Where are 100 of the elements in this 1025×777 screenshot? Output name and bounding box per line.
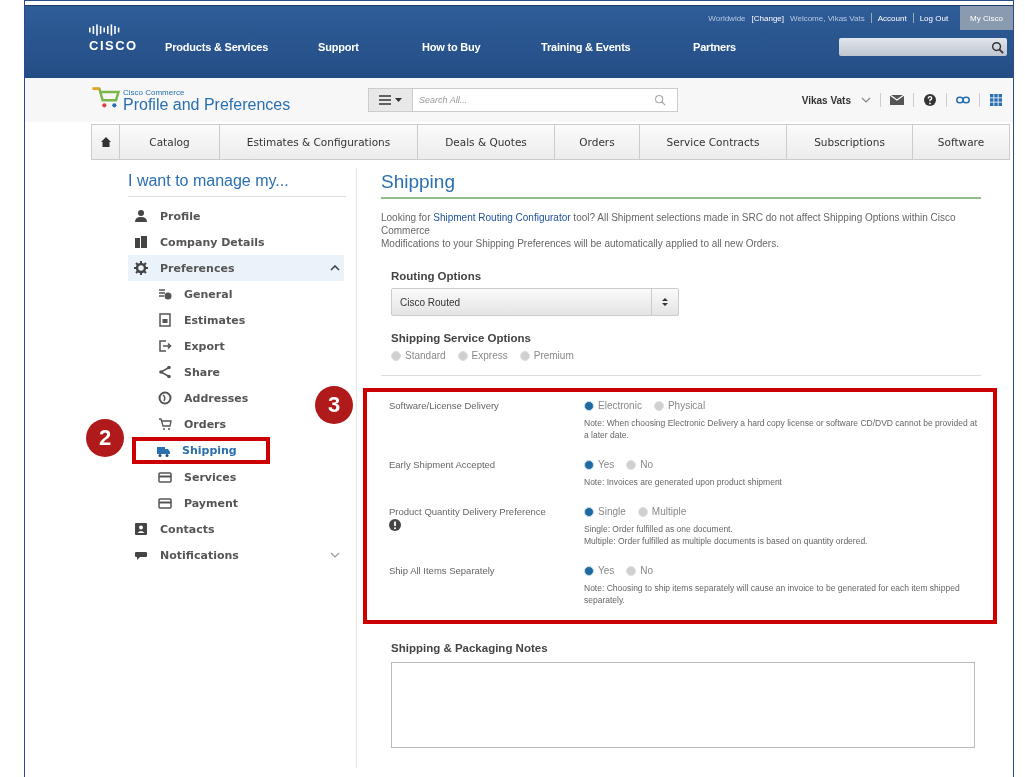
field-label: Shipping & Packaging Notes (391, 642, 549, 654)
cart-icon (158, 417, 172, 431)
radio-label: Electronic (598, 400, 642, 411)
stepper-arrows-icon (662, 297, 668, 307)
setting-label: Early Shipment Accepted (389, 459, 496, 470)
globe-icon (158, 391, 172, 405)
chevron-down-icon (861, 97, 871, 103)
sidebar-item[interactable]: Estimates (128, 307, 256, 333)
sidebar-item[interactable]: Services (128, 464, 247, 490)
nav-tab[interactable]: Software (913, 125, 1009, 159)
sidebar-item[interactable]: Company Details (128, 229, 344, 255)
chevron-up-icon (330, 265, 340, 271)
page-title: Shipping (381, 171, 981, 199)
radio-button[interactable] (584, 565, 594, 576)
user-menu-button[interactable]: Vikas Vats (801, 94, 871, 106)
link-icon[interactable] (956, 94, 970, 106)
note-text: Multiple: Order fulfilled as multiple documents is based on quantity ordered. (584, 535, 869, 547)
radio-label: Physical (667, 400, 706, 411)
nav-tab[interactable]: Estimates & Configurations (220, 125, 418, 159)
contact-card-icon (134, 522, 148, 536)
radio-button[interactable] (584, 459, 594, 470)
radio-label: No (640, 565, 654, 576)
info-icon[interactable] (389, 519, 401, 531)
logout-link[interactable]: Log Out (919, 13, 949, 23)
step-badge: 2 (86, 419, 124, 457)
person-icon (134, 209, 148, 223)
radio-button[interactable] (653, 400, 664, 411)
radio-label: Yes (598, 459, 615, 470)
logo-bars-icon (89, 24, 121, 36)
sidebar-heading: I want to manage my... (128, 168, 346, 197)
routing-select[interactable]: Cisco Routed (391, 288, 679, 316)
radio-label: Single (598, 506, 626, 517)
sidebar-item[interactable]: Orders (128, 411, 237, 437)
sidebar-item[interactable]: Export (128, 333, 235, 359)
building-icon (134, 235, 148, 249)
settings-icon (134, 261, 148, 275)
mail-icon[interactable] (890, 94, 904, 106)
configurator-link[interactable]: Shipment Routing Configurator (433, 212, 571, 223)
radio-button[interactable] (637, 506, 648, 517)
radio-label: Yes (598, 565, 615, 576)
radio-label: Express (471, 350, 508, 361)
sidebar-item[interactable]: Contacts (128, 516, 344, 542)
radio-label: No (640, 459, 654, 470)
step-badge: 3 (315, 386, 353, 424)
sidebar-item[interactable]: Payment (128, 490, 249, 516)
nav-tab[interactable]: Deals & Quotes (418, 125, 555, 159)
app-subtitle: Cisco Commerce (123, 87, 186, 97)
nav-tab[interactable]: Subscriptions (787, 125, 913, 159)
logo-wordmark: CISCO (89, 38, 139, 53)
setting-label: Software/License Delivery (389, 400, 499, 411)
radio-button[interactable] (626, 459, 637, 470)
radio-button[interactable] (584, 506, 594, 517)
sidebar-item[interactable]: Share (128, 359, 231, 385)
main-nav-link[interactable]: Partners (693, 41, 809, 53)
welcome-text: Welcome, Vikas Vats (790, 13, 865, 23)
field-label: Shipping Service Options (391, 332, 532, 344)
sidebar-item[interactable]: Profile (128, 203, 344, 229)
list-icon (158, 287, 172, 301)
sidebar-item[interactable]: Shipping (132, 437, 270, 464)
main-nav-link[interactable]: Products & Services (165, 41, 318, 53)
share-icon (158, 365, 172, 379)
note-text: Note: Choosing to ship items separately will cause an invoice to be generated for each item shipped separately. (584, 582, 961, 606)
change-link[interactable]: [Change] (751, 13, 785, 23)
intro-text: Modifications to your Shipping Preferences will be automatically applied to all new Orders. (381, 237, 780, 250)
sidebar-item[interactable]: Addresses (128, 385, 259, 411)
grid-icon[interactable] (989, 94, 1003, 106)
search-field[interactable] (839, 38, 1007, 56)
sidebar-item[interactable]: General (128, 281, 243, 307)
setting-label: Product Quantity Delivery Preference (389, 506, 546, 517)
radio-button[interactable] (519, 350, 530, 361)
sidebar-item[interactable]: Preferences (128, 255, 344, 281)
intro-text: Looking for Shipment Routing Configurator tool? All Shipment selections made in SRC do not affect Shipping Options within Cisco Commerce (381, 211, 957, 237)
app-title: Profile and Preferences (123, 96, 292, 113)
menu-icon (378, 94, 403, 106)
cart-logo-icon (91, 85, 121, 109)
nav-tab[interactable]: Orders (555, 125, 640, 159)
chevron-down-icon (330, 552, 340, 558)
radio-button[interactable] (391, 350, 401, 361)
radio-label: Premium (533, 350, 574, 361)
sidebar-item[interactable]: Notifications (128, 542, 344, 568)
main-nav-link[interactable]: Training & Events (541, 41, 693, 53)
main-nav-link[interactable]: Support (318, 41, 422, 53)
radio-button[interactable] (626, 565, 637, 576)
notes-field[interactable] (391, 662, 975, 748)
radio-label: Multiple (651, 506, 687, 517)
note-text: Note: When choosing Electronic Delivery a hard copy license or software CD/DVD cannot be provided at a later date. (584, 417, 979, 441)
radio-button[interactable] (584, 400, 594, 411)
nav-tab[interactable]: Catalog (120, 125, 220, 159)
region-label: Worldwide (708, 13, 746, 23)
menu-dropdown-button[interactable] (368, 88, 412, 112)
note-text: Single: Order fulfilled as one document. (584, 523, 734, 535)
search-icon (991, 40, 1004, 54)
radio-button[interactable] (457, 350, 468, 361)
nav-tab[interactable]: Service Contracts (640, 125, 787, 159)
account-link[interactable]: Account (877, 13, 907, 23)
help-icon[interactable] (923, 94, 937, 106)
main-nav-link[interactable]: How to Buy (422, 41, 541, 53)
search-field[interactable]: Search All... (412, 88, 678, 112)
card-icon (158, 470, 172, 484)
field-label: Routing Options (391, 270, 483, 282)
